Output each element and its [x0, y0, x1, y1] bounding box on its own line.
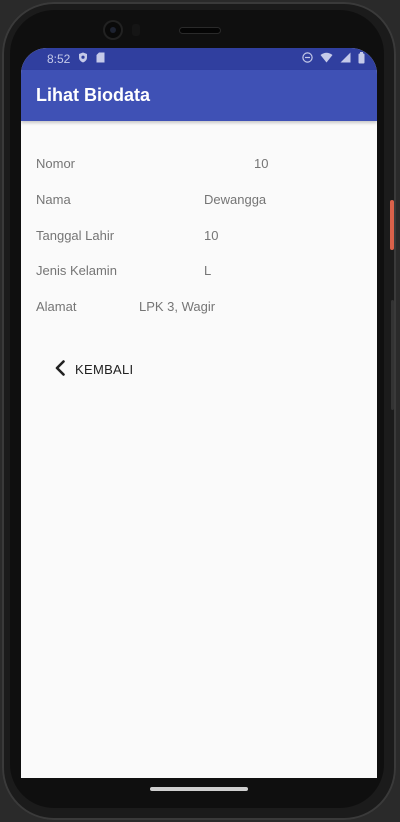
do-not-disturb-icon — [302, 52, 313, 66]
wifi-icon — [320, 52, 333, 66]
app-bar: Lihat Biodata — [21, 70, 377, 121]
signal-icon — [340, 52, 351, 66]
app-screen: 8:52 Lihat Biodata Nomor 10 Nama Dewangg… — [21, 48, 377, 778]
nama-value: Dewangga — [204, 192, 267, 207]
tanggal-lahir-label: Tanggal Lahir — [36, 228, 115, 243]
kembali-button-label: KEMBALI — [75, 361, 134, 377]
alamat-label: Alamat — [36, 299, 77, 314]
status-bar: 8:52 — [21, 48, 377, 70]
status-time: 8:52 — [47, 52, 71, 66]
sd-card-icon — [96, 52, 105, 66]
battery-icon — [358, 51, 365, 67]
earpiece-speaker — [180, 28, 220, 33]
kembali-button[interactable]: KEMBALI — [43, 349, 145, 389]
jenis-kelamin-value: L — [204, 263, 212, 278]
page-title: Lihat Biodata — [36, 85, 151, 105]
shield-icon — [78, 52, 88, 66]
jenis-kelamin-label: Jenis Kelamin — [36, 263, 117, 278]
front-camera — [105, 22, 121, 38]
biodata-content: Nomor 10 Nama Dewangga Tanggal Lahir 10 … — [21, 121, 377, 778]
volume-button[interactable] — [391, 300, 394, 410]
nomor-label: Nomor — [36, 156, 76, 171]
tanggal-lahir-value: 10 — [204, 228, 219, 243]
alamat-value: LPK 3, Wagir — [139, 299, 216, 314]
proximity-sensor — [132, 24, 140, 36]
home-indicator[interactable] — [150, 787, 248, 791]
power-button[interactable] — [390, 200, 394, 250]
chevron-left-icon — [55, 359, 65, 379]
nomor-value: 10 — [254, 156, 269, 171]
nama-label: Nama — [36, 192, 71, 207]
